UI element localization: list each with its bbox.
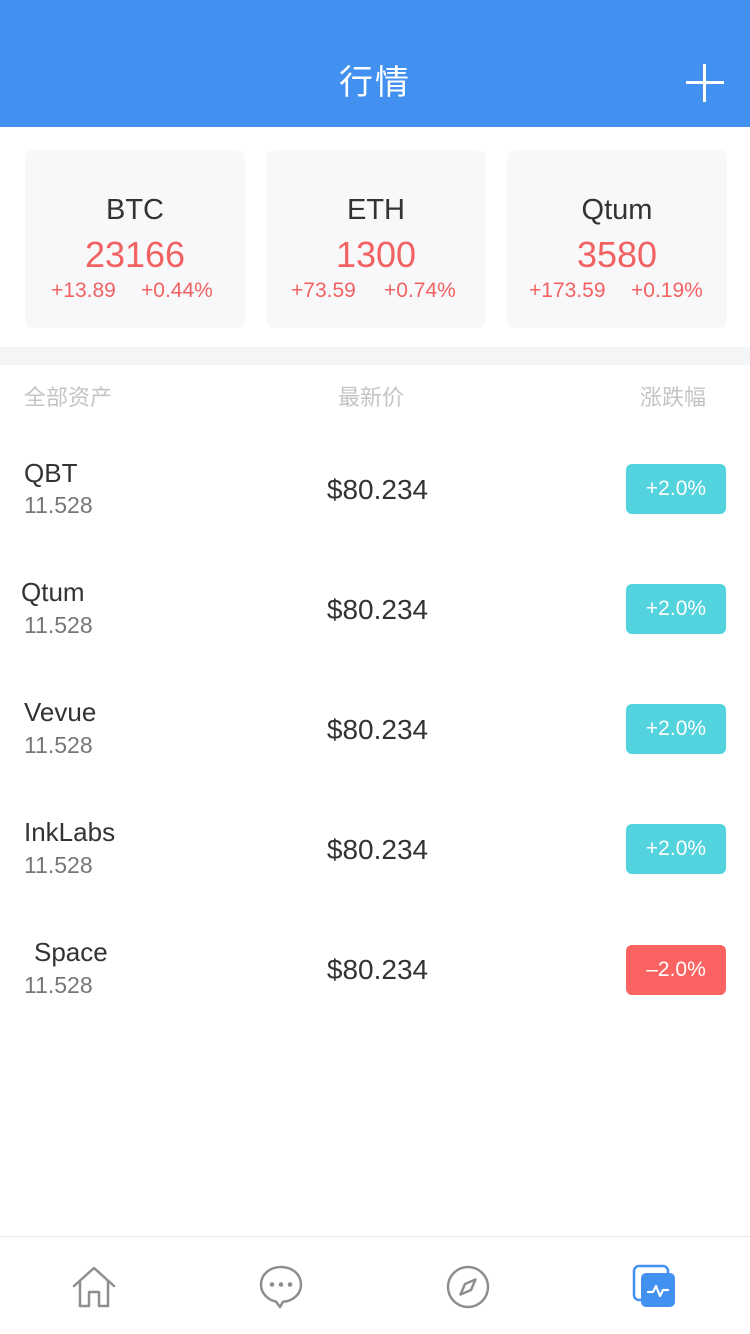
asset-row[interactable]: Space 11.528 $80.234 –2.0% bbox=[0, 910, 750, 1030]
column-header-change[interactable]: 涨跌幅 bbox=[640, 385, 706, 413]
section-divider bbox=[0, 347, 750, 365]
ticker-cards: BTC 23166 +13.89 +0.44% ETH 1300 +73.59 … bbox=[0, 127, 750, 347]
ticker-name: Qtum bbox=[581, 194, 653, 226]
tab-discover[interactable] bbox=[374, 1237, 561, 1334]
asset-row[interactable]: Vevue 11.528 $80.234 +2.0% bbox=[0, 670, 750, 790]
page-title: 行情 bbox=[339, 63, 411, 103]
ticker-change: +73.59 bbox=[291, 279, 356, 302]
tab-home[interactable] bbox=[0, 1237, 187, 1334]
ticker-percent: +0.74% bbox=[384, 279, 456, 302]
ticker-name: BTC bbox=[106, 194, 164, 226]
compass-icon bbox=[446, 1265, 489, 1309]
change-badge: +2.0% bbox=[626, 584, 726, 634]
ticker-change: +13.89 bbox=[51, 279, 116, 302]
column-header-asset[interactable]: 全部资产 bbox=[24, 385, 112, 413]
plus-icon[interactable] bbox=[682, 60, 728, 106]
ticker-card-btc[interactable]: BTC 23166 +13.89 +0.44% bbox=[25, 150, 245, 328]
ticker-card-qtum[interactable]: Qtum 3580 +173.59 +0.19% bbox=[507, 150, 727, 328]
change-badge: –2.0% bbox=[626, 945, 726, 995]
ticker-card-eth[interactable]: ETH 1300 +73.59 +0.74% bbox=[266, 150, 486, 328]
asset-row[interactable]: InkLabs 11.528 $80.234 +2.0% bbox=[0, 790, 750, 910]
ticker-percent: +0.44% bbox=[141, 279, 213, 302]
ticker-price: 1300 bbox=[335, 234, 417, 275]
tab-messages[interactable] bbox=[187, 1237, 374, 1334]
change-badge: +2.0% bbox=[626, 704, 726, 754]
column-header-price[interactable]: 最新价 bbox=[338, 385, 404, 413]
ticker-percent: +0.19% bbox=[631, 279, 703, 302]
nav-header: 行情 bbox=[0, 0, 750, 127]
home-icon bbox=[72, 1266, 115, 1308]
tab-market[interactable] bbox=[561, 1237, 748, 1334]
chat-icon bbox=[259, 1265, 302, 1309]
ticker-price: 23166 bbox=[84, 234, 186, 275]
change-badge: +2.0% bbox=[626, 464, 726, 514]
asset-row[interactable]: QBT 11.528 $80.234 +2.0% bbox=[0, 430, 750, 550]
ticker-price: 3580 bbox=[576, 234, 658, 275]
tab-bar bbox=[0, 1236, 750, 1334]
ticker-change: +173.59 bbox=[529, 279, 606, 302]
change-badge: +2.0% bbox=[626, 824, 726, 874]
ticker-name: ETH bbox=[347, 194, 405, 226]
asset-row[interactable]: Qtum 11.528 $80.234 +2.0% bbox=[0, 550, 750, 670]
market-icon bbox=[632, 1264, 675, 1307]
